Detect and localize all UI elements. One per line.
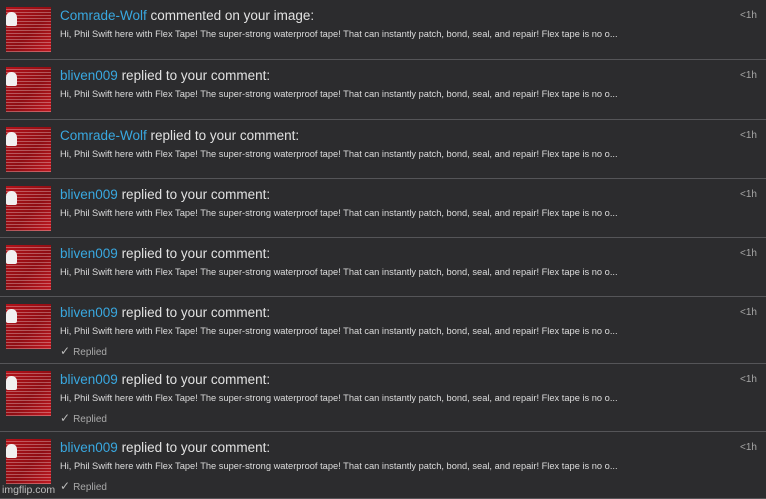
notification-header: Comrade-Wolf replied to your comment:	[60, 128, 299, 143]
username-link[interactable]: bliven009	[60, 440, 118, 455]
notification-action: commented on your image:	[150, 8, 315, 23]
check-icon: ✓	[60, 411, 71, 425]
notification-time: <1h	[740, 189, 757, 200]
check-icon: ✓	[60, 479, 71, 493]
notification-message[interactable]: Hi, Phil Swift here with Flex Tape! The …	[60, 208, 710, 218]
user-avatar-icon[interactable]	[6, 186, 51, 231]
notification-action: replied to your comment:	[121, 187, 271, 202]
notification-header: Comrade-Wolf commented on your image:	[60, 8, 314, 23]
user-avatar-icon[interactable]	[6, 304, 51, 349]
notification-time: <1h	[740, 10, 757, 21]
notification-message[interactable]: Hi, Phil Swift here with Flex Tape! The …	[60, 393, 710, 403]
notification-header: bliven009 replied to your comment:	[60, 68, 270, 83]
notification-message[interactable]: Hi, Phil Swift here with Flex Tape! The …	[60, 149, 710, 159]
notification-item[interactable]: bliven009 replied to your comment: Hi, Ph…	[0, 364, 766, 432]
notification-action: replied to your comment:	[121, 68, 271, 83]
replied-label: Replied	[73, 482, 107, 493]
replied-status: ✓ Replied	[60, 411, 107, 425]
notification-message[interactable]: Hi, Phil Swift here with Flex Tape! The …	[60, 89, 710, 99]
notification-item[interactable]: bliven009 replied to your comment: Hi, Ph…	[0, 238, 766, 297]
replied-status: ✓ Replied	[60, 344, 107, 358]
user-avatar-icon[interactable]	[6, 371, 51, 416]
user-avatar-icon[interactable]	[6, 7, 51, 52]
watermark: imgflip.com	[2, 484, 56, 496]
replied-label: Replied	[73, 414, 107, 425]
user-avatar-icon[interactable]	[6, 245, 51, 290]
notification-time: <1h	[740, 248, 757, 259]
notification-header: bliven009 replied to your comment:	[60, 246, 270, 261]
notification-item[interactable]: Comrade-Wolf replied to your comment: Hi,…	[0, 120, 766, 179]
notification-item[interactable]: bliven009 replied to your comment: Hi, Ph…	[0, 432, 766, 499]
user-avatar-icon[interactable]	[6, 127, 51, 172]
notification-item[interactable]: bliven009 replied to your comment: Hi, Ph…	[0, 60, 766, 120]
notification-header: bliven009 replied to your comment:	[60, 440, 270, 455]
notification-list: Comrade-Wolf commented on your image: Hi,…	[0, 0, 766, 499]
notification-action: replied to your comment:	[121, 246, 271, 261]
notification-message[interactable]: Hi, Phil Swift here with Flex Tape! The …	[60, 326, 710, 336]
notification-action: replied to your comment:	[150, 128, 300, 143]
notification-action: replied to your comment:	[121, 305, 271, 320]
replied-status: ✓ Replied	[60, 479, 107, 493]
check-icon: ✓	[60, 344, 71, 358]
notification-header: bliven009 replied to your comment:	[60, 305, 270, 320]
notification-header: bliven009 replied to your comment:	[60, 187, 270, 202]
notification-message[interactable]: Hi, Phil Swift here with Flex Tape! The …	[60, 461, 710, 471]
username-link[interactable]: bliven009	[60, 305, 118, 320]
notification-item[interactable]: bliven009 replied to your comment: Hi, Ph…	[0, 179, 766, 238]
username-link[interactable]: bliven009	[60, 187, 118, 202]
notification-time: <1h	[740, 307, 757, 318]
notification-time: <1h	[740, 130, 757, 141]
user-avatar-icon[interactable]	[6, 439, 51, 484]
username-link[interactable]: Comrade-Wolf	[60, 8, 147, 23]
username-link[interactable]: bliven009	[60, 372, 118, 387]
notification-message[interactable]: Hi, Phil Swift here with Flex Tape! The …	[60, 267, 710, 277]
notification-item[interactable]: Comrade-Wolf commented on your image: Hi,…	[0, 0, 766, 60]
notification-item[interactable]: bliven009 replied to your comment: Hi, Ph…	[0, 297, 766, 364]
notification-time: <1h	[740, 70, 757, 81]
notification-time: <1h	[740, 374, 757, 385]
username-link[interactable]: Comrade-Wolf	[60, 128, 147, 143]
notification-header: bliven009 replied to your comment:	[60, 372, 270, 387]
username-link[interactable]: bliven009	[60, 246, 118, 261]
replied-label: Replied	[73, 347, 107, 358]
notification-time: <1h	[740, 442, 757, 453]
username-link[interactable]: bliven009	[60, 68, 118, 83]
user-avatar-icon[interactable]	[6, 67, 51, 112]
notification-message[interactable]: Hi, Phil Swift here with Flex Tape! The …	[60, 29, 710, 39]
notification-action: replied to your comment:	[121, 372, 271, 387]
notification-action: replied to your comment:	[121, 440, 271, 455]
